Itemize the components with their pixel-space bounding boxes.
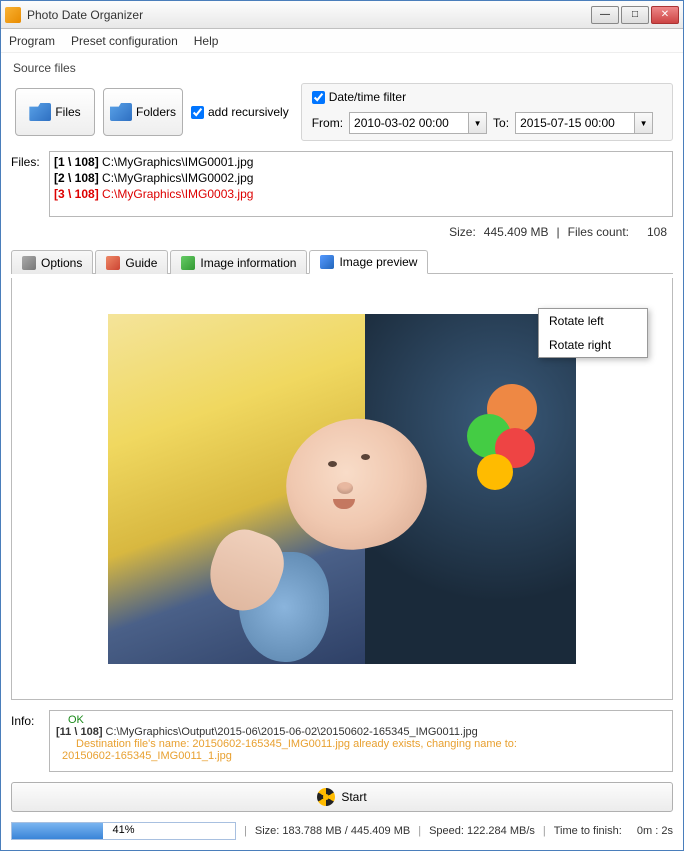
tabs: Options Guide Image information Image pr… xyxy=(11,249,673,274)
image-preview-area[interactable]: Rotate left Rotate right xyxy=(11,278,673,700)
preview-image xyxy=(108,314,576,664)
source-row: Files Folders add recursively Date/time … xyxy=(11,83,673,141)
maximize-button[interactable]: □ xyxy=(621,6,649,24)
tab-image-preview[interactable]: Image preview xyxy=(309,250,428,274)
tab-guide-label: Guide xyxy=(125,256,157,270)
from-date-field[interactable]: ▼ xyxy=(349,112,487,134)
tab-preview-label: Image preview xyxy=(339,255,417,269)
menu-preset[interactable]: Preset configuration xyxy=(71,34,178,48)
menubar: Program Preset configuration Help xyxy=(1,29,683,53)
status-size-text: 183.788 MB / 445.409 MB xyxy=(282,825,410,837)
date-filter-box: Date/time filter From: ▼ To: ▼ xyxy=(301,83,673,141)
add-recursively-checkbox[interactable]: add recursively xyxy=(191,105,289,119)
date-filter-checkbox[interactable]: Date/time filter xyxy=(312,90,662,104)
menu-program[interactable]: Program xyxy=(9,34,55,48)
source-files-label: Source files xyxy=(13,61,673,75)
button-group: Files Folders add recursively xyxy=(11,83,293,141)
window-buttons: — □ ✕ xyxy=(591,6,679,24)
files-icon xyxy=(29,103,51,121)
app-icon xyxy=(5,7,21,23)
files-button[interactable]: Files xyxy=(15,88,95,136)
separator: | xyxy=(557,225,560,239)
context-menu: Rotate left Rotate right xyxy=(538,308,648,358)
stats-row: Size: 445.409 MB | Files count: 108 xyxy=(11,221,673,239)
list-item[interactable]: [1 \ 108] C:\MyGraphics\IMG0001.jpg xyxy=(54,154,668,170)
files-block: Files: [1 \ 108] C:\MyGraphics\IMG0001.j… xyxy=(11,151,673,217)
status-size-label: Size: xyxy=(255,825,279,837)
status-ttf-label: Time to finish: xyxy=(554,825,622,837)
count-value: 108 xyxy=(637,225,667,239)
info-icon xyxy=(181,256,195,270)
info-block: Info: OK [11 \ 108] C:\MyGraphics\Output… xyxy=(11,710,673,772)
to-date-field[interactable]: ▼ xyxy=(515,112,653,134)
menu-help[interactable]: Help xyxy=(194,34,219,48)
titlebar: Photo Date Organizer — □ ✕ xyxy=(1,1,683,29)
from-label: From: xyxy=(312,116,343,130)
to-label: To: xyxy=(493,116,509,130)
book-icon xyxy=(106,256,120,270)
files-label: Files: xyxy=(11,151,43,217)
status-bar: 41% | Size: 183.788 MB / 445.409 MB | Sp… xyxy=(11,822,673,840)
folders-button[interactable]: Folders xyxy=(103,88,183,136)
tab-guide[interactable]: Guide xyxy=(95,250,168,274)
start-button[interactable]: Start xyxy=(11,782,673,812)
tab-options-label: Options xyxy=(41,256,82,270)
date-filter-label: Date/time filter xyxy=(329,90,406,104)
info-dest-line: [11 \ 108] C:\MyGraphics\Output\2015-06\… xyxy=(56,726,666,738)
count-label: Files count: xyxy=(568,225,629,239)
status-ttf-value: 0m : 2s xyxy=(637,825,673,837)
from-dropdown-icon[interactable]: ▼ xyxy=(469,112,487,134)
list-item[interactable]: [2 \ 108] C:\MyGraphics\IMG0002.jpg xyxy=(54,170,668,186)
size-label: Size: xyxy=(449,225,476,239)
add-recursively-input[interactable] xyxy=(191,106,204,119)
folders-icon xyxy=(110,103,132,121)
hazard-icon xyxy=(317,788,335,806)
rotate-right-item[interactable]: Rotate right xyxy=(539,333,647,357)
tab-options[interactable]: Options xyxy=(11,250,93,274)
info-dest-idx: [11 \ 108] xyxy=(56,726,102,738)
to-date-input[interactable] xyxy=(515,112,635,134)
minimize-button[interactable]: — xyxy=(591,6,619,24)
window-title: Photo Date Organizer xyxy=(27,8,591,22)
rotate-left-item[interactable]: Rotate left xyxy=(539,309,647,333)
info-box[interactable]: OK [11 \ 108] C:\MyGraphics\Output\2015-… xyxy=(49,710,673,772)
start-label: Start xyxy=(341,790,366,804)
status-speed-value: 122.284 MB/s xyxy=(467,825,535,837)
list-item[interactable]: [3 \ 108] C:\MyGraphics\IMG0003.jpg xyxy=(54,186,668,202)
progress-text: 41% xyxy=(12,824,235,836)
size-value: 445.409 MB xyxy=(484,225,549,239)
info-label: Info: xyxy=(11,710,43,772)
app-window: Photo Date Organizer — □ ✕ Program Prese… xyxy=(0,0,684,851)
folders-button-label: Folders xyxy=(136,105,176,119)
info-dest-path: C:\MyGraphics\Output\2015-06\2015-06-02\… xyxy=(106,726,478,738)
close-button[interactable]: ✕ xyxy=(651,6,679,24)
info-warn2: 20150602-165345_IMG0011_1.jpg xyxy=(56,750,666,762)
add-recursively-label: add recursively xyxy=(208,105,289,119)
start-row: Start xyxy=(11,782,673,812)
wrench-icon xyxy=(22,256,36,270)
tab-info-label: Image information xyxy=(200,256,296,270)
date-filter-row: From: ▼ To: ▼ xyxy=(312,112,662,134)
preview-icon xyxy=(320,255,334,269)
tab-image-information[interactable]: Image information xyxy=(170,250,307,274)
date-filter-input[interactable] xyxy=(312,91,325,104)
status-speed-label: Speed: xyxy=(429,825,464,837)
files-list[interactable]: [1 \ 108] C:\MyGraphics\IMG0001.jpg[2 \ … xyxy=(49,151,673,217)
progress-bar: 41% xyxy=(11,822,236,840)
body: Source files Files Folders add recursive… xyxy=(1,53,683,850)
to-dropdown-icon[interactable]: ▼ xyxy=(635,112,653,134)
from-date-input[interactable] xyxy=(349,112,469,134)
info-ok: OK xyxy=(56,714,666,726)
info-warn1: Destination file's name: 20150602-165345… xyxy=(56,738,666,750)
files-button-label: Files xyxy=(55,105,80,119)
